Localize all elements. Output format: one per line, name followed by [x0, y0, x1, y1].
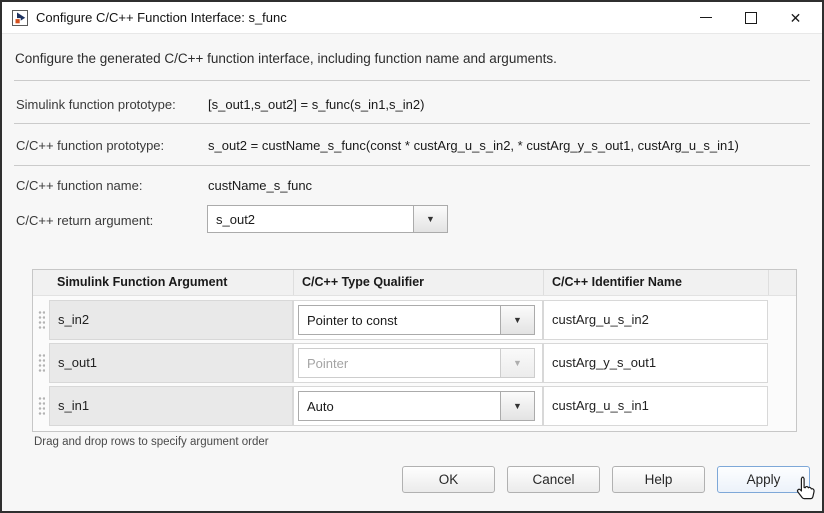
table-header: Simulink Function Argument C/C++ Type Qu… [33, 270, 796, 296]
drag-handle-icon[interactable] [33, 343, 49, 383]
c-name-value: custName_s_func [208, 178, 313, 193]
header-drag-column [33, 270, 49, 295]
qualifier-value: Auto [307, 398, 334, 414]
qualifier-value: Pointer [307, 355, 349, 371]
qualifier-value: Pointer to const [307, 312, 398, 328]
dialog-buttons: OK Cancel Help Apply [402, 466, 810, 493]
c-prototype-label: C/C++ function prototype: [16, 138, 165, 153]
simulink-prototype-value: [s_out1,s_out2] = s_func(s_in1,s_in2) [208, 97, 425, 112]
header-qualifier: C/C++ Type Qualifier [293, 270, 543, 295]
divider [14, 80, 810, 81]
divider [14, 165, 810, 166]
window-title: Configure C/C++ Function Interface: s_fu… [36, 10, 287, 25]
qualifier-combo[interactable]: Pointer ▼ [298, 348, 535, 378]
drag-handle-icon[interactable] [33, 300, 49, 340]
c-name-label: C/C++ function name: [16, 178, 143, 193]
chevron-down-icon[interactable]: ▼ [500, 392, 534, 420]
window-controls: ✕ [683, 2, 818, 33]
close-icon: ✕ [789, 9, 802, 26]
dialog-description: Configure the generated C/C++ function i… [15, 51, 557, 66]
qualifier-combo[interactable]: Pointer to const ▼ [298, 305, 535, 335]
simulink-prototype-label: Simulink function prototype: [16, 97, 176, 112]
divider [14, 123, 810, 124]
qualifier-cell: Pointer to const ▼ [293, 300, 543, 340]
header-identifier: C/C++ Identifier Name [543, 270, 768, 295]
maximize-icon [744, 11, 757, 24]
table-row[interactable]: s_out1 Pointer ▼ custArg_y_s_out1 [33, 343, 796, 383]
simulink-function-icon [12, 9, 28, 26]
table-row[interactable]: s_in2 Pointer to const ▼ custArg_u_s_in2 [33, 300, 796, 340]
maximize-button[interactable] [728, 2, 773, 33]
dialog-window: Configure C/C++ Function Interface: s_fu… [0, 0, 824, 513]
drag-drop-hint: Drag and drop rows to specify argument o… [34, 436, 269, 448]
apply-button[interactable]: Apply [717, 466, 810, 493]
qualifier-cell: Pointer ▼ [293, 343, 543, 383]
return-argument-label: C/C++ return argument: [16, 213, 154, 228]
drag-handle-icon[interactable] [33, 386, 49, 426]
ok-button[interactable]: OK [402, 466, 495, 493]
argument-cell: s_in1 [49, 386, 293, 426]
chevron-down-icon[interactable]: ▼ [500, 349, 534, 377]
return-argument-combo[interactable]: s_out2 ▼ [207, 205, 448, 233]
chevron-down-icon[interactable]: ▼ [500, 306, 534, 334]
minimize-button[interactable] [683, 2, 728, 33]
row-spacer [768, 300, 796, 340]
close-button[interactable]: ✕ [773, 2, 818, 33]
table-row[interactable]: s_in1 Auto ▼ custArg_u_s_in1 [33, 386, 796, 426]
c-name-row: C/C++ function name: custName_s_func [16, 178, 312, 193]
c-prototype-row: C/C++ function prototype: s_out2 = custNa… [16, 138, 739, 153]
argument-cell: s_in2 [49, 300, 293, 340]
help-button[interactable]: Help [612, 466, 705, 493]
return-argument-row: C/C++ return argument: [16, 213, 208, 228]
header-spacer [768, 270, 796, 295]
identifier-cell[interactable]: custArg_u_s_in2 [543, 300, 768, 340]
table-body: s_in2 Pointer to const ▼ custArg_u_s_in2… [33, 296, 796, 426]
chevron-down-icon[interactable]: ▼ [413, 206, 447, 232]
simulink-prototype-row: Simulink function prototype: [s_out1,s_ou… [16, 97, 424, 112]
identifier-cell[interactable]: custArg_y_s_out1 [543, 343, 768, 383]
argument-cell: s_out1 [49, 343, 293, 383]
title-bar: Configure C/C++ Function Interface: s_fu… [2, 2, 822, 34]
row-spacer [768, 386, 796, 426]
c-prototype-value: s_out2 = custName_s_func(const * custArg… [208, 138, 739, 153]
argument-table: Simulink Function Argument C/C++ Type Qu… [32, 269, 797, 432]
cancel-button[interactable]: Cancel [507, 466, 600, 493]
minimize-icon [699, 17, 712, 18]
return-argument-value: s_out2 [216, 211, 256, 227]
qualifier-cell: Auto ▼ [293, 386, 543, 426]
qualifier-combo[interactable]: Auto ▼ [298, 391, 535, 421]
header-argument: Simulink Function Argument [57, 275, 228, 289]
row-spacer [768, 343, 796, 383]
identifier-cell[interactable]: custArg_u_s_in1 [543, 386, 768, 426]
